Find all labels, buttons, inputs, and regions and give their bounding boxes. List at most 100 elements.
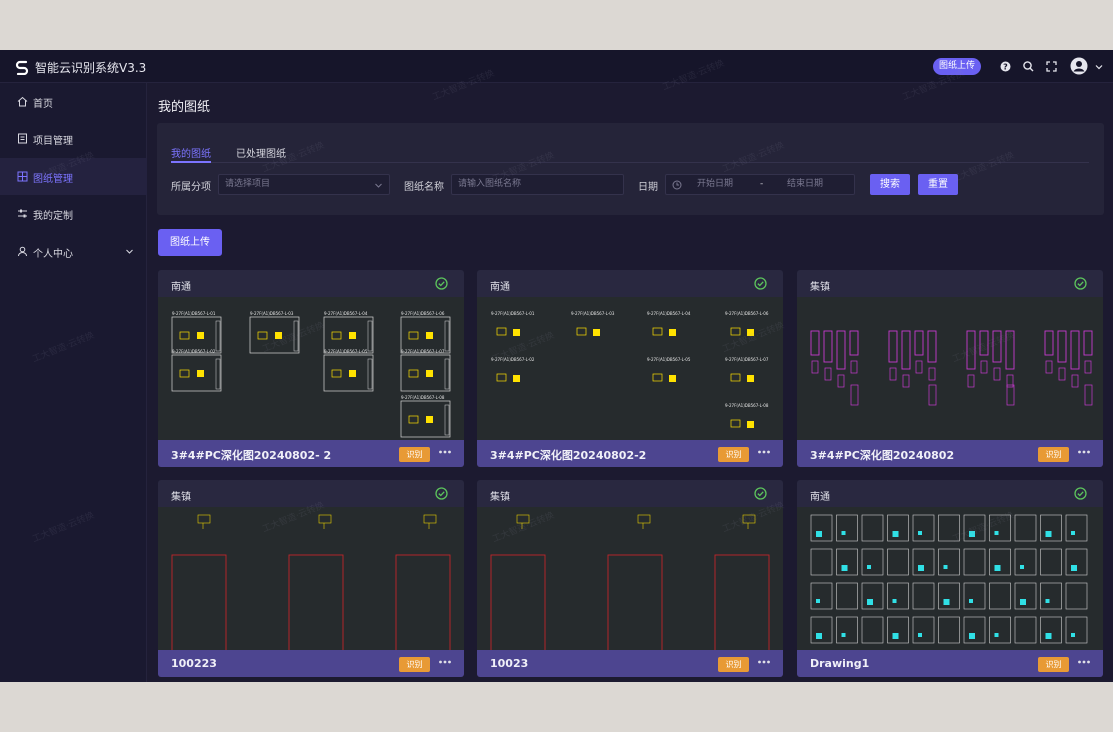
panel-mark xyxy=(197,370,204,377)
cyan-mark xyxy=(816,633,822,639)
magenta-element xyxy=(810,330,820,356)
user-avatar-icon[interactable] xyxy=(1070,57,1088,75)
fullscreen-icon[interactable] xyxy=(1045,60,1058,73)
cyan-mark xyxy=(969,599,973,603)
sidebar-item-label: 个人中心 xyxy=(33,249,73,260)
more-icon[interactable] xyxy=(438,655,452,669)
magenta-element xyxy=(1084,360,1092,374)
drawing-card[interactable]: 南通 9-27F(A1)DB567-L-01 9-27F(A1)DB567-L-0… xyxy=(158,270,464,467)
cyan-cell xyxy=(887,616,909,644)
sidebar-item-custom[interactable]: 我的定制 xyxy=(0,195,147,232)
more-icon[interactable] xyxy=(1077,445,1091,459)
drawing-thumbnail[interactable]: 9-27F(A1)DB567-L-01 9-27F(A1)DB567-L-03 9-… xyxy=(158,297,464,440)
drawing-thumbnail[interactable]: 9-27F(A1)DB567-L-01 9-27F(A1)DB567-L-03 9-… xyxy=(477,297,783,440)
sidebar-item-home[interactable]: 首页 xyxy=(0,83,147,120)
red-outline xyxy=(395,554,451,650)
recognize-button[interactable]: 识别 xyxy=(1038,447,1069,462)
date-separator: - xyxy=(760,179,764,189)
date-end[interactable]: 结束日期 xyxy=(787,175,823,194)
cyan-cell xyxy=(887,514,909,542)
cyan-cell xyxy=(938,548,960,576)
panel-strip xyxy=(444,404,450,436)
more-icon[interactable] xyxy=(438,445,452,459)
search-button[interactable]: 搜索 xyxy=(870,174,910,195)
drawing-thumbnail[interactable] xyxy=(158,507,464,650)
panel-mark xyxy=(426,416,433,423)
drawing-tag: 9-27F(A1)DB567-L-03 xyxy=(250,311,294,316)
sidebar-item-projects[interactable]: 项目管理 xyxy=(0,120,147,157)
cyan-cell xyxy=(810,514,833,542)
panel-mark xyxy=(747,375,754,382)
cyan-cell xyxy=(836,616,858,644)
card-footer: Drawing1 识别 xyxy=(797,650,1103,677)
clock-icon xyxy=(672,180,682,190)
panel-mark xyxy=(669,329,676,336)
more-icon[interactable] xyxy=(757,655,771,669)
date-range-picker[interactable]: 开始日期 - 结束日期 xyxy=(665,174,855,195)
recognize-button[interactable]: 识别 xyxy=(718,657,749,672)
cyan-mark xyxy=(943,599,950,605)
sidebar-item-profile[interactable]: 个人中心 xyxy=(0,233,147,270)
panel-box xyxy=(408,415,419,424)
panel-mark xyxy=(426,370,433,377)
cyan-mark xyxy=(1045,531,1052,537)
drawing-card[interactable]: 集镇 10023 识别 xyxy=(477,480,783,677)
magenta-element xyxy=(837,374,845,388)
cyan-mark xyxy=(1045,633,1052,639)
card-name: 3#4#PC深化图20240802 xyxy=(810,449,955,462)
cyan-mark xyxy=(1045,599,1050,603)
drawing-card[interactable]: 南通 9-27F(A1)DB567-L-01 9-27F(A1)DB567-L-0… xyxy=(477,270,783,467)
drawing-thumbnail[interactable] xyxy=(797,297,1103,440)
drawing-panel xyxy=(323,354,374,392)
cyan-mark xyxy=(841,531,846,535)
drawing-name-input[interactable]: 请输入图纸名称 xyxy=(451,174,624,195)
more-icon[interactable] xyxy=(1077,655,1091,669)
panel-strip xyxy=(215,320,221,352)
red-outline xyxy=(714,554,770,650)
cyan-mark xyxy=(943,565,948,569)
card-footer: 10023 识别 xyxy=(477,650,783,677)
drawing-panel xyxy=(400,316,451,354)
cyan-mark xyxy=(841,633,846,637)
cyan-cell xyxy=(989,582,1011,610)
magenta-element xyxy=(980,360,988,374)
card-name: 3#4#PC深化图20240802-2 xyxy=(490,449,647,462)
panel-strip xyxy=(215,358,221,390)
cyan-mark xyxy=(1020,599,1026,605)
user-icon xyxy=(18,246,27,257)
card-footer: 3#4#PC深化图20240802-2 识别 xyxy=(477,440,783,467)
upload-drawing-button[interactable]: 图纸上传 xyxy=(158,229,222,256)
recognize-button[interactable]: 识别 xyxy=(718,447,749,462)
project-select[interactable]: 请选择项目 xyxy=(218,174,390,195)
cyan-mark xyxy=(816,531,822,537)
recognize-button[interactable]: 识别 xyxy=(399,447,430,462)
drawing-tag: 9-27F(A1)DB567-L-01 xyxy=(172,311,216,316)
chevron-down-icon[interactable] xyxy=(1094,62,1104,72)
cyan-mark xyxy=(892,599,897,603)
more-icon[interactable] xyxy=(757,445,771,459)
magenta-element xyxy=(1058,367,1066,381)
drawing-tag: 9-27F(A1)DB567-L-04 xyxy=(647,311,691,316)
drawing-thumbnail[interactable] xyxy=(797,507,1103,650)
cyan-cell xyxy=(912,582,935,610)
chevron-down-icon[interactable] xyxy=(125,247,134,256)
drawing-tag: 9-27F(A1)DB567-L-04 xyxy=(324,311,368,316)
card-location: 集镇 xyxy=(810,282,830,293)
cyan-cell xyxy=(1065,582,1088,610)
cyan-cell xyxy=(938,582,960,610)
drawing-card[interactable]: 集镇 3#4#PC深化图20240802 识别 xyxy=(797,270,1103,467)
date-start[interactable]: 开始日期 xyxy=(697,175,733,194)
panel-strip xyxy=(367,320,373,352)
panel-box xyxy=(652,327,663,336)
magenta-element xyxy=(1057,330,1067,363)
cyan-cell xyxy=(912,616,935,644)
tab-my-drawings[interactable]: 我的图纸 xyxy=(171,145,211,160)
help-icon[interactable]: ? xyxy=(999,60,1012,73)
recognize-button[interactable]: 识别 xyxy=(1038,657,1069,672)
card-name: 10023 xyxy=(490,657,529,670)
recognize-button[interactable]: 识别 xyxy=(399,657,430,672)
search-icon[interactable] xyxy=(1022,60,1035,73)
card-name: 3#4#PC深化图20240802- 2 xyxy=(171,449,332,462)
card-footer: 3#4#PC深化图20240802- 2 识别 xyxy=(158,440,464,467)
drawing-card[interactable]: 南通 Drawing1 识别 xyxy=(797,480,1103,677)
